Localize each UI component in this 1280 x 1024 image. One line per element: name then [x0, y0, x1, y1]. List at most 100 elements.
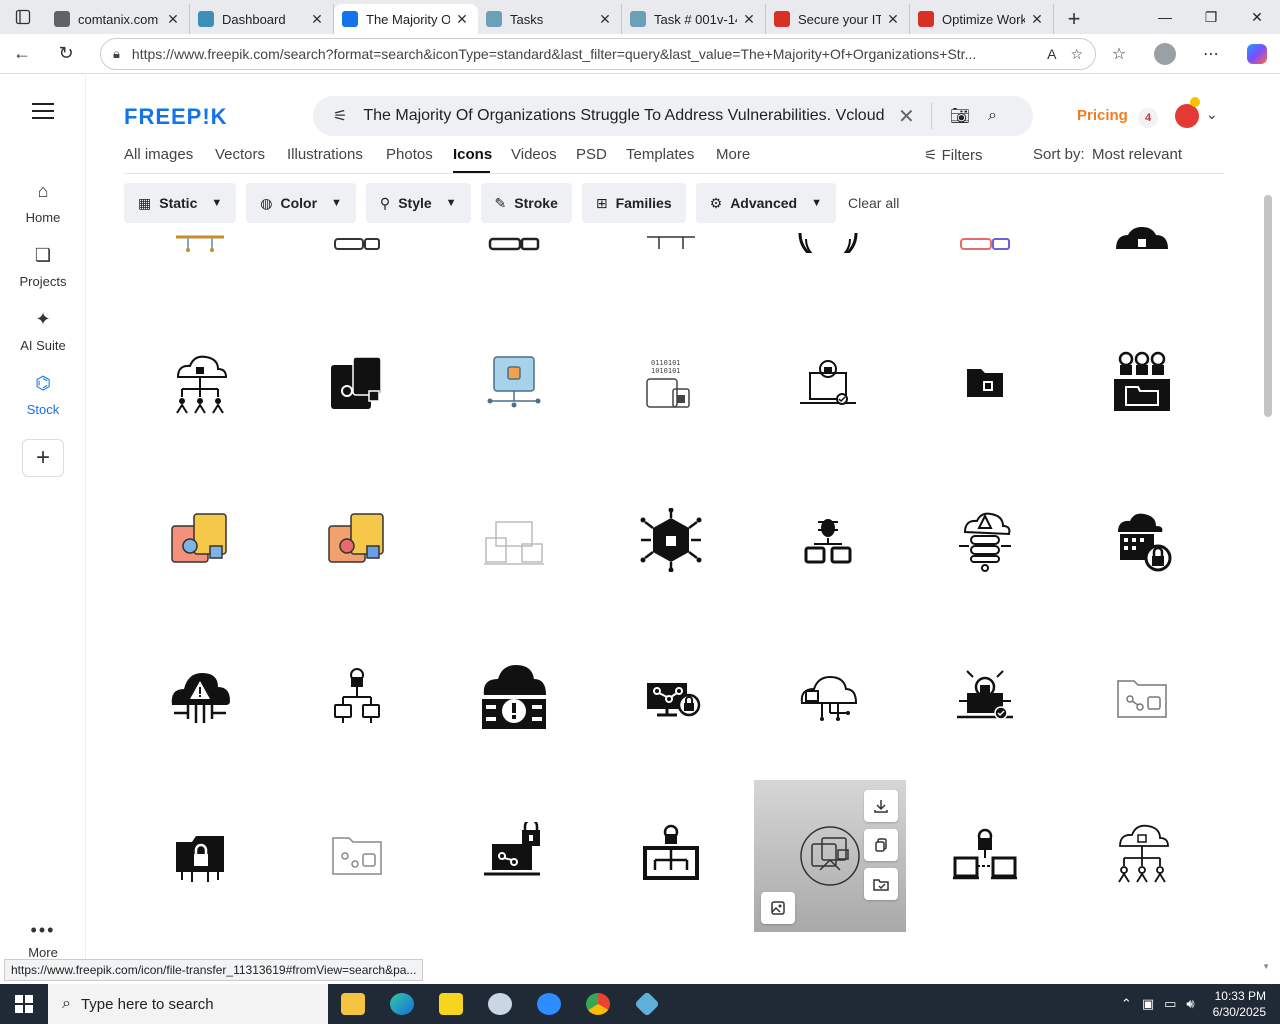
back-button[interactable]: ←: [0, 34, 44, 74]
icon-result-cloud-server-warning[interactable]: [909, 464, 1061, 616]
advanced-filter-button[interactable]: ⚙ Advanced ▼: [695, 183, 836, 223]
start-button[interactable]: [0, 984, 48, 1024]
taskbar-file-explorer[interactable]: [328, 984, 377, 1024]
style-filter-button[interactable]: ⚲ Style ▼: [365, 183, 471, 223]
search-input[interactable]: [363, 107, 888, 125]
tab-videos[interactable]: Videos: [511, 146, 557, 163]
tab-actions-icon[interactable]: [0, 0, 46, 34]
network-icon[interactable]: ▭: [1164, 996, 1176, 1012]
download-button[interactable]: [864, 790, 898, 822]
browser-tab[interactable]: Optimize Work ✕: [910, 4, 1054, 34]
clear-search-icon[interactable]: ✕: [898, 104, 915, 129]
taskbar-edge[interactable]: [377, 984, 426, 1024]
tray-chevron-up-icon[interactable]: ⌃: [1121, 996, 1132, 1012]
more-menu-icon[interactable]: ⋯: [1188, 34, 1234, 74]
icon-result-computer-setup-light[interactable]: [438, 464, 590, 616]
icon-result-cloud-data-lock[interactable]: [1066, 464, 1218, 616]
icon-result-folder-network-lock-light[interactable]: [1066, 621, 1218, 773]
tab-close-icon[interactable]: ✕: [885, 11, 901, 28]
taskbar-clock[interactable]: 10:33 PM 6/30/2025: [1213, 988, 1266, 1020]
url-field[interactable]: 🔒︎ https://www.freepik.com/search?format…: [100, 38, 1096, 70]
tab-illustrations[interactable]: Illustrations: [287, 146, 363, 163]
icon-result-hardware-lock[interactable]: [281, 225, 433, 297]
tray-notification-icon[interactable]: ▣: [1142, 996, 1154, 1012]
close-window-button[interactable]: ✕: [1234, 0, 1280, 34]
tab-more[interactable]: More: [716, 146, 750, 163]
tab-templates[interactable]: Templates: [626, 146, 694, 163]
icon-result-binary-folder-lock[interactable]: 0110101 1010101: [595, 307, 747, 459]
edit-image-button[interactable]: [761, 892, 795, 924]
icon-result-network-line[interactable]: [124, 225, 276, 297]
copy-button[interactable]: [864, 829, 898, 861]
tab-close-icon[interactable]: ✕: [1029, 11, 1045, 28]
favorite-star-icon[interactable]: ☆: [1070, 46, 1083, 63]
search-icon[interactable]: ⌕: [988, 107, 997, 125]
browser-tab[interactable]: Dashboard ✕: [190, 4, 334, 34]
taskbar-zoom[interactable]: [524, 984, 573, 1024]
volume-icon[interactable]: 🔊︎: [1186, 996, 1194, 1012]
scroll-down-arrow-icon[interactable]: ▼: [1262, 962, 1270, 971]
icon-result-cloud-lock[interactable]: [1066, 225, 1218, 297]
chevron-down-icon[interactable]: ⌄: [1206, 106, 1218, 123]
icon-result-cloud-network-lock[interactable]: [124, 307, 276, 459]
taskbar-search-box[interactable]: ⌕ Type here to search: [48, 984, 328, 1024]
clear-all-link[interactable]: Clear all: [848, 195, 899, 211]
browser-tab[interactable]: comtanix.com ✕: [46, 4, 190, 34]
browser-tab[interactable]: Tasks ✕: [478, 4, 622, 34]
search-type-icon[interactable]: ⚟: [333, 106, 347, 126]
new-tab-button[interactable]: +: [1054, 4, 1094, 34]
static-filter-button[interactable]: ▦ Static ▼: [124, 183, 237, 223]
icon-result-hardware-lock-color[interactable]: [909, 225, 1061, 297]
freepik-logo[interactable]: FREEP!K: [124, 104, 228, 130]
taskbar-chrome[interactable]: [573, 984, 622, 1024]
taskbar-sticky-notes[interactable]: [426, 984, 475, 1024]
read-aloud-icon[interactable]: A: [1047, 46, 1056, 62]
tab-icons[interactable]: Icons: [453, 146, 492, 163]
tab-psd[interactable]: PSD: [576, 146, 607, 163]
restore-button[interactable]: ❐: [1188, 0, 1234, 34]
color-filter-button[interactable]: ◍ Color ▼: [246, 183, 356, 223]
notification-badge[interactable]: 4: [1138, 108, 1158, 128]
icon-result-network-line-2[interactable]: [595, 225, 747, 297]
sidebar-item-projects[interactable]: ❏ Projects: [0, 245, 86, 289]
icon-result-lock-devices-link[interactable]: [909, 778, 1061, 930]
icon-result-cloud-server-alert[interactable]: [438, 621, 590, 773]
sidebar-item-more[interactable]: ••• More: [0, 920, 86, 960]
icon-result-file-transfer[interactable]: [754, 780, 906, 932]
icon-result-shield-network-hub[interactable]: [595, 464, 747, 616]
add-button[interactable]: +: [22, 439, 64, 477]
icon-result-monitor-lock-network[interactable]: [438, 307, 590, 459]
favorites-icon[interactable]: ☆: [1096, 34, 1142, 74]
icon-result-folder-lock-circuit[interactable]: [124, 778, 276, 930]
icon-result-shield-ring[interactable]: [752, 225, 904, 297]
tab-close-icon[interactable]: ✕: [165, 11, 181, 28]
camera-search-icon[interactable]: 📷︎: [950, 106, 970, 126]
icon-result-laptop-lock-check-2[interactable]: [909, 621, 1061, 773]
icon-result-folders-network-color-2[interactable]: [281, 464, 433, 616]
icon-result-cloud-lock-circuit[interactable]: [752, 621, 904, 773]
tab-photos[interactable]: Photos: [386, 146, 433, 163]
icon-result-laptop-lock-check[interactable]: [752, 307, 904, 459]
taskbar-paint[interactable]: [475, 984, 524, 1024]
icon-result-hardware-lock-2[interactable]: [438, 225, 590, 297]
filters-toggle[interactable]: ⚟ Filters: [924, 146, 982, 164]
browser-tab[interactable]: Secure your IT ✕: [766, 4, 910, 34]
tab-close-icon[interactable]: ✕: [741, 11, 757, 28]
pricing-link[interactable]: Pricing: [1077, 107, 1128, 124]
icon-result-folder-network-lock-light-2[interactable]: [281, 778, 433, 930]
copilot-icon[interactable]: [1234, 34, 1280, 74]
icon-result-lock-network-devices[interactable]: [281, 621, 433, 773]
icon-result-cloud-network-lock-2[interactable]: [1066, 778, 1218, 930]
icon-result-monitor-network-lock[interactable]: [595, 621, 747, 773]
browser-tab[interactable]: The Majority Of ✕: [334, 4, 478, 34]
families-filter-button[interactable]: ⊞ Families: [581, 183, 686, 223]
sidebar-item-ai-suite[interactable]: ✦ AI Suite: [0, 309, 86, 353]
minimize-button[interactable]: —: [1142, 0, 1188, 34]
tab-close-icon[interactable]: ✕: [597, 11, 613, 28]
save-to-collection-button[interactable]: [864, 868, 898, 900]
icon-result-bug-network[interactable]: [752, 464, 904, 616]
tab-all-images[interactable]: All images: [124, 146, 193, 163]
sort-dropdown[interactable]: Most relevant: [1092, 146, 1182, 163]
icon-result-cloud-warning-network[interactable]: [124, 621, 276, 773]
icon-result-laptop-network-lock[interactable]: [438, 778, 590, 930]
